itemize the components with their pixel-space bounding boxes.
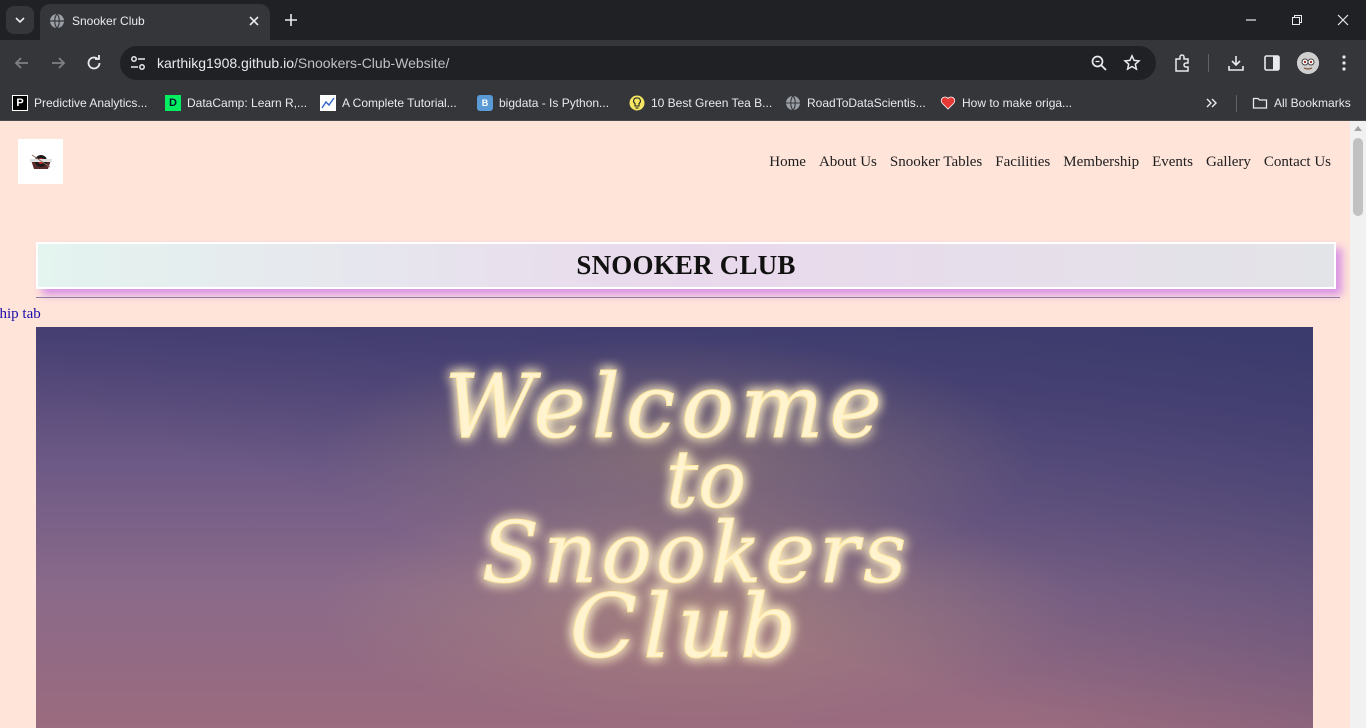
bookmark-label: DataCamp: Learn R,... xyxy=(187,96,308,110)
side-panel-icon[interactable] xyxy=(1262,53,1282,73)
datacamp-icon: D xyxy=(165,95,181,111)
minimize-button[interactable] xyxy=(1228,0,1274,40)
url-path: /Snookers-Club-Website/ xyxy=(294,55,450,71)
welcome-banner: Welcome to Snookers Club xyxy=(36,327,1313,728)
stackexchange-icon: B xyxy=(477,95,493,111)
url-text[interactable]: karthikg1908.github.io/Snookers-Club-Web… xyxy=(157,55,449,71)
extensions-icon[interactable] xyxy=(1172,53,1192,73)
bookmark-item[interactable]: B bigdata - Is Python... xyxy=(477,92,609,114)
page-title: SNOOKER CLUB xyxy=(576,250,796,280)
download-icon[interactable] xyxy=(1226,53,1246,73)
snooker-logo-icon xyxy=(29,154,52,169)
bookmark-item[interactable]: 10 Best Green Tea B... xyxy=(629,92,772,114)
back-arrow-icon[interactable] xyxy=(12,53,32,73)
site-logo[interactable] xyxy=(18,139,63,184)
predictive-analytics-icon: P xyxy=(12,95,28,111)
active-tab[interactable]: Snooker Club xyxy=(40,4,270,40)
toolbar-divider xyxy=(1208,54,1209,72)
nav-events[interactable]: Events xyxy=(1152,154,1193,171)
nav-snooker-tables[interactable]: Snooker Tables xyxy=(890,154,982,171)
page-viewport: Home About Us Snooker Tables Facilities … xyxy=(0,121,1366,728)
tab-bar: Snooker Club xyxy=(0,0,1366,40)
close-window-button[interactable] xyxy=(1320,0,1366,40)
all-bookmarks-label: All Bookmarks xyxy=(1274,96,1351,110)
more-bookmarks-icon[interactable] xyxy=(1205,96,1219,110)
scroll-up-arrow-icon[interactable] xyxy=(1354,126,1362,131)
avatar-icon xyxy=(1297,52,1319,74)
bookmarks-divider xyxy=(1236,95,1237,112)
restore-icon xyxy=(1292,15,1302,25)
nav-contact-us[interactable]: Contact Us xyxy=(1264,154,1331,171)
tab-search-button[interactable] xyxy=(6,6,34,34)
marquee-label: ership tab xyxy=(0,306,41,322)
site-settings-icon[interactable] xyxy=(128,53,148,73)
bookmarks-bar: P Predictive Analytics... D DataCamp: Le… xyxy=(0,86,1366,121)
forward-arrow-icon[interactable] xyxy=(48,53,68,73)
nav-membership[interactable]: Membership xyxy=(1063,154,1139,171)
minimize-icon xyxy=(1246,19,1256,21)
url-host: karthikg1908.github.io xyxy=(157,55,294,71)
bookmark-item[interactable]: D DataCamp: Learn R,... xyxy=(165,92,307,114)
new-tab-icon[interactable] xyxy=(282,11,300,29)
hero-title-box: SNOOKER CLUB xyxy=(36,242,1336,289)
lightbulb-icon xyxy=(629,95,645,111)
bookmark-item[interactable]: P Predictive Analytics... xyxy=(12,92,147,114)
tab-title: Snooker Club xyxy=(72,14,145,28)
nav-facilities[interactable]: Facilities xyxy=(995,154,1050,171)
nav-gallery[interactable]: Gallery xyxy=(1206,154,1251,171)
globe-icon xyxy=(786,95,800,111)
close-tab-icon[interactable] xyxy=(246,13,262,29)
bookmark-item[interactable]: A Complete Tutorial... xyxy=(320,92,457,114)
profile-avatar[interactable] xyxy=(1297,52,1319,74)
zoom-icon[interactable] xyxy=(1090,54,1108,72)
close-icon xyxy=(1337,14,1349,26)
heart-icon xyxy=(940,96,956,110)
browser-toolbar: karthikg1908.github.io/Snookers-Club-Web… xyxy=(0,40,1366,86)
nav-home[interactable]: Home xyxy=(769,154,806,171)
welcome-banner-image: Welcome to Snookers Club xyxy=(36,327,1313,728)
banner-word-club: Club xyxy=(570,575,802,678)
page-scrollbar[interactable] xyxy=(1350,121,1366,728)
bookmark-label: RoadToDataScientis... xyxy=(807,96,926,110)
bookmark-label: A Complete Tutorial... xyxy=(342,96,457,110)
scrollbar-thumb[interactable] xyxy=(1353,138,1363,216)
chevron-down-icon xyxy=(15,17,25,24)
divider xyxy=(36,297,1340,298)
more-menu-icon[interactable] xyxy=(1334,53,1354,73)
marquee-link[interactable]: ership tab xyxy=(0,306,200,323)
chart-icon xyxy=(320,95,336,111)
folder-icon xyxy=(1252,97,1268,109)
bookmark-label: How to make origa... xyxy=(962,96,1073,110)
bookmark-label: Predictive Analytics... xyxy=(34,96,148,110)
bookmark-item[interactable]: RoadToDataScientis... xyxy=(785,92,926,114)
bookmark-label: 10 Best Green Tea B... xyxy=(651,96,773,110)
nav-about-us[interactable]: About Us xyxy=(819,154,877,171)
bookmark-item[interactable]: How to make origa... xyxy=(940,92,1072,114)
reload-icon[interactable] xyxy=(84,53,104,73)
restore-button[interactable] xyxy=(1274,0,1320,40)
main-nav: Home About Us Snooker Tables Facilities … xyxy=(769,154,1331,171)
bookmark-label: bigdata - Is Python... xyxy=(499,96,610,110)
globe-icon xyxy=(50,13,64,29)
all-bookmarks-button[interactable]: All Bookmarks xyxy=(1252,92,1351,114)
address-bar[interactable]: karthikg1908.github.io/Snookers-Club-Web… xyxy=(120,46,1156,80)
bookmark-star-icon[interactable] xyxy=(1123,54,1141,72)
